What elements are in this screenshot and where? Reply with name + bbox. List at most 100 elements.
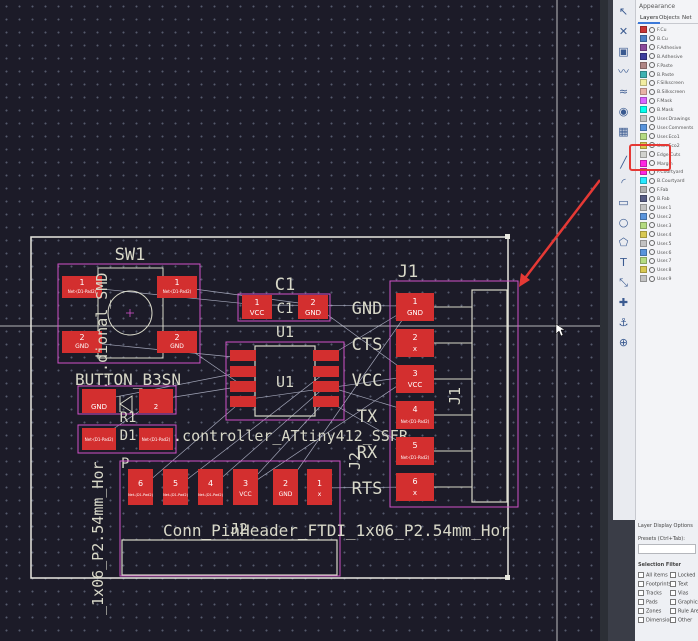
pad-u1-2[interactable]: [230, 366, 256, 377]
layer-row[interactable]: User.8: [640, 266, 698, 274]
grid-origin-icon[interactable]: ⊕: [615, 335, 632, 350]
pad-u1-7[interactable]: [313, 366, 339, 377]
layer-color-swatch[interactable]: [640, 52, 647, 60]
filter-checkbox[interactable]: Footprints: [638, 581, 671, 588]
layer-color-swatch[interactable]: [640, 177, 647, 185]
layer-row[interactable]: User.3: [640, 221, 698, 229]
layer-color-swatch[interactable]: [640, 70, 647, 78]
layer-color-swatch[interactable]: [640, 26, 647, 33]
visibility-icon[interactable]: [649, 44, 655, 51]
layer-color-swatch[interactable]: [640, 275, 647, 283]
checkbox-icon[interactable]: [670, 590, 676, 596]
via-icon[interactable]: ◉: [615, 104, 632, 119]
layer-row[interactable]: User.9: [640, 275, 698, 283]
diff-pair-icon[interactable]: ≈: [615, 84, 632, 99]
filter-checkbox[interactable]: Zones: [638, 608, 661, 615]
visibility-icon[interactable]: [649, 35, 655, 42]
layer-color-swatch[interactable]: [640, 230, 647, 238]
filter-checkbox[interactable]: Graphics: [670, 599, 698, 606]
layer-row[interactable]: User.Eco1: [640, 132, 698, 140]
layer-row[interactable]: B.Adhesive: [640, 52, 698, 60]
checkbox-icon[interactable]: [638, 581, 644, 587]
checkbox-icon[interactable]: [638, 590, 644, 596]
footprint-sw1[interactable]: 1 Net-(D1-Pad2) 1 Net-(D1-Pad2) 2 GND 2 …: [57, 245, 201, 390]
layer-color-swatch[interactable]: [640, 248, 647, 256]
rectangle-icon[interactable]: ▭: [615, 195, 632, 210]
visibility-icon[interactable]: [649, 115, 655, 122]
layer-row[interactable]: B.Silkscreen: [640, 88, 698, 96]
layer-row[interactable]: B.Fab: [640, 195, 698, 203]
visibility-icon[interactable]: [649, 177, 655, 184]
filter-checkbox[interactable]: Locked: [670, 572, 695, 579]
arc-icon[interactable]: ◜: [615, 175, 632, 190]
footprint-icon[interactable]: ▣: [615, 44, 632, 59]
checkbox-icon[interactable]: [670, 617, 676, 623]
visibility-icon[interactable]: [649, 133, 655, 140]
layer-row[interactable]: F.Paste: [640, 61, 698, 69]
pad-u1-1[interactable]: [230, 350, 256, 361]
zone-icon[interactable]: ▦: [615, 124, 632, 139]
footprint-j2[interactable]: 6 Net-(D1-Pad2) 5 Net-(D1-Pad2) 4 Net-(D1-Pad…: [89, 452, 510, 615]
layer-color-swatch[interactable]: [640, 88, 647, 96]
pad-u1-6[interactable]: [313, 381, 339, 392]
layer-color-swatch[interactable]: [640, 266, 647, 274]
layer-row[interactable]: User.7: [640, 257, 698, 265]
pcb-canvas[interactable]: 1 Net-(D1-Pad2) 1 Net-(D1-Pad2) 2 GND 2 …: [0, 0, 606, 641]
layer-color-swatch[interactable]: [640, 106, 647, 114]
layer-color-swatch[interactable]: [640, 115, 647, 122]
checkbox-icon[interactable]: [638, 608, 644, 614]
layer-row[interactable]: User.5: [640, 239, 698, 247]
filter-checkbox[interactable]: Rule Areas: [670, 608, 698, 615]
checkbox-icon[interactable]: [638, 599, 644, 605]
layer-row[interactable]: F.Mask: [640, 97, 698, 105]
tab-objects[interactable]: Objects: [657, 14, 682, 22]
pad-u1-8[interactable]: [313, 350, 339, 361]
layer-row[interactable]: User.2: [640, 212, 698, 220]
visibility-icon[interactable]: [649, 204, 655, 211]
visibility-icon[interactable]: [649, 79, 655, 86]
layer-row[interactable]: User.1: [640, 204, 698, 211]
visibility-icon[interactable]: [649, 213, 655, 220]
layer-row[interactable]: B.Cu: [640, 34, 698, 42]
filter-checkbox[interactable]: Other: [670, 617, 692, 624]
circle-icon[interactable]: ○: [615, 215, 632, 230]
visibility-icon[interactable]: [649, 62, 655, 69]
visibility-icon[interactable]: [649, 186, 655, 193]
layer-color-swatch[interactable]: [640, 257, 647, 265]
layer-color-swatch[interactable]: [640, 123, 647, 131]
layer-color-swatch[interactable]: [640, 61, 647, 69]
visibility-icon[interactable]: [649, 97, 655, 104]
layer-color-swatch[interactable]: [640, 34, 647, 42]
layer-color-swatch[interactable]: [640, 132, 647, 140]
filter-checkbox[interactable]: Text: [670, 581, 688, 588]
visibility-icon[interactable]: [649, 222, 655, 229]
filter-checkbox[interactable]: All items: [638, 572, 668, 579]
checkbox-icon[interactable]: [670, 572, 676, 578]
visibility-icon[interactable]: [649, 71, 655, 77]
visibility-icon[interactable]: [649, 106, 655, 113]
route-track-icon[interactable]: 〰: [615, 64, 632, 79]
text-icon[interactable]: T: [615, 255, 632, 270]
filter-checkbox[interactable]: Vias: [670, 590, 688, 597]
visibility-icon[interactable]: [649, 266, 655, 273]
layer-row[interactable]: User.6: [640, 248, 698, 256]
dimension-icon[interactable]: ⤡: [615, 275, 632, 290]
footprint-c1[interactable]: 1 VCC 2 GND C1 C1: [237, 275, 331, 322]
checkbox-icon[interactable]: [638, 572, 644, 578]
layer-color-swatch[interactable]: [640, 43, 647, 51]
pad-u1-5[interactable]: [313, 396, 339, 407]
visibility-icon[interactable]: [649, 195, 655, 202]
layer-color-swatch[interactable]: [640, 97, 647, 105]
visibility-icon[interactable]: [649, 231, 655, 238]
checkbox-icon[interactable]: [670, 581, 676, 587]
layer-color-swatch[interactable]: [640, 186, 647, 194]
local-ratsnest-icon[interactable]: ✕: [615, 24, 632, 39]
layer-color-swatch[interactable]: [640, 221, 647, 229]
visibility-icon[interactable]: [649, 240, 655, 247]
measure-icon[interactable]: ⚓: [615, 315, 632, 330]
filter-checkbox[interactable]: Tracks: [638, 590, 662, 597]
checkbox-icon[interactable]: [670, 599, 676, 605]
pad-u1-3[interactable]: [230, 381, 256, 392]
layer-color-swatch[interactable]: [640, 79, 647, 87]
layer-row[interactable]: F.Cu: [640, 26, 698, 33]
